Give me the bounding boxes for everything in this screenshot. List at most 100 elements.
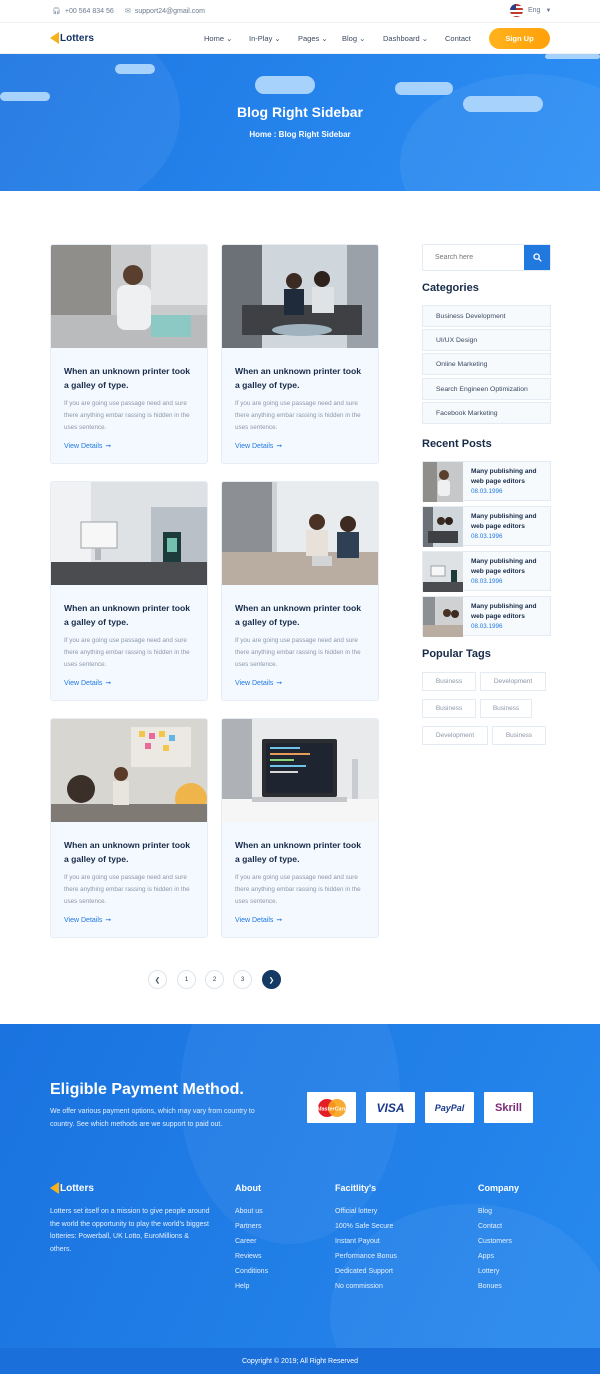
pagination-page[interactable]: 3 xyxy=(233,970,252,989)
blog-title[interactable]: When an unknown printer took a galley of… xyxy=(235,601,365,629)
nav-item-pages[interactable]: Pages ⌄ xyxy=(298,34,328,43)
nav-item-home[interactable]: Home ⌄ xyxy=(204,34,232,43)
view-details-link[interactable]: View Details ➞ xyxy=(235,442,282,451)
footer-link[interactable]: Blog xyxy=(478,1208,492,1215)
footer-link[interactable]: 100% Safe Secure xyxy=(335,1223,393,1230)
language-label: Eng xyxy=(528,7,541,14)
arrow-right-icon: ➞ xyxy=(105,917,112,924)
blog-title[interactable]: When an unknown printer took a galley of… xyxy=(64,838,194,866)
blog-card[interactable]: When an unknown printer took a galley of… xyxy=(221,718,379,938)
recent-post[interactable]: Many publishing and web page editors 08.… xyxy=(422,506,551,547)
view-details-link[interactable]: View Details ➞ xyxy=(64,679,111,688)
view-details-link[interactable]: View Details ➞ xyxy=(235,916,283,925)
blog-card-body: When an unknown printer took a galley of… xyxy=(51,822,207,937)
category-item[interactable]: Online Marketing xyxy=(422,353,551,375)
tag-item[interactable]: Business xyxy=(492,726,546,745)
tag-item[interactable]: Development xyxy=(422,726,488,745)
blog-image xyxy=(222,245,378,348)
pagination-page[interactable]: 2 xyxy=(205,970,224,989)
footer-link[interactable]: Contact xyxy=(478,1223,502,1230)
copyright-bar: Copyright © 2019; All Right Reserved xyxy=(0,1348,600,1374)
caret-down-icon: ▼ xyxy=(545,7,552,14)
cloud-icon xyxy=(545,54,600,59)
blog-card[interactable]: When an unknown printer took a galley of… xyxy=(50,481,208,701)
link-label: View Details xyxy=(64,442,103,450)
site-logo[interactable]: Lotters xyxy=(50,32,94,44)
footer-link[interactable]: Bonues xyxy=(478,1283,502,1290)
footer-link[interactable]: Instant Payout xyxy=(335,1238,380,1245)
blog-title[interactable]: When an unknown printer took a galley of… xyxy=(235,838,365,866)
recent-post[interactable]: Many publishing and web page editors 08.… xyxy=(422,596,551,637)
footer-link[interactable]: About us xyxy=(235,1208,263,1215)
recent-post[interactable]: Many publishing and web page editors 08.… xyxy=(422,551,551,592)
view-details-link[interactable]: View Details ➞ xyxy=(64,916,112,925)
nav-item-blog[interactable]: Blog ⌄ xyxy=(342,34,365,43)
view-details-link[interactable]: View Details ➞ xyxy=(64,442,111,451)
category-item[interactable]: Business Development xyxy=(422,305,551,327)
sign-up-button[interactable]: Sign Up xyxy=(489,28,550,49)
footer-link[interactable]: Career xyxy=(235,1238,256,1245)
footer-link[interactable]: Performance Bonus xyxy=(335,1253,397,1260)
main-navbar: Lotters Home ⌄ In-Play ⌄ Pages ⌄ Blog ⌄ … xyxy=(0,22,600,54)
blog-card[interactable]: When an unknown printer took a galley of… xyxy=(221,244,379,464)
footer-link[interactable]: Reviews xyxy=(235,1253,261,1260)
pagination-prev[interactable]: ❮ xyxy=(148,970,167,989)
blog-title[interactable]: When an unknown printer took a galley of… xyxy=(64,364,194,392)
tag-item[interactable]: Business xyxy=(422,672,476,691)
sidebar-search xyxy=(422,244,551,271)
blog-title[interactable]: When an unknown printer took a galley of… xyxy=(235,364,365,392)
recent-post-title: Many publishing and web page editors xyxy=(471,468,537,485)
tag-item[interactable]: Business xyxy=(422,699,476,718)
blog-card[interactable]: When an unknown printer took a galley of… xyxy=(221,481,379,701)
link-label: View Details xyxy=(235,916,274,924)
cloud-icon xyxy=(0,92,50,101)
recent-post[interactable]: Many publishing and web page editors 08.… xyxy=(422,461,551,502)
phone-contact[interactable]: 🎧︎ +00 564 834 56 xyxy=(52,7,114,16)
footer-link[interactable]: Lottery xyxy=(478,1268,499,1275)
blog-card[interactable]: When an unknown printer took a galley of… xyxy=(50,718,208,938)
pagination-page[interactable]: 1 xyxy=(177,970,196,989)
footer-link[interactable]: Apps xyxy=(478,1253,494,1260)
tag-item[interactable]: Business xyxy=(480,699,532,718)
email-contact[interactable]: ✉︎ support24@gmail.com xyxy=(125,7,205,16)
language-selector[interactable]: Eng ▼ xyxy=(510,4,551,17)
blog-image xyxy=(51,482,207,585)
skrill-text: Skrill xyxy=(495,1101,522,1114)
logo-text: Lotters xyxy=(60,32,94,44)
tag-item[interactable]: Development xyxy=(480,672,546,691)
recent-post-thumbnail xyxy=(423,507,463,547)
category-item[interactable]: Search Engineen Optimization xyxy=(422,378,551,400)
nav-item-contact[interactable]: Contact xyxy=(445,34,471,43)
blog-card-body: When an unknown printer took a galley of… xyxy=(51,348,207,463)
blog-excerpt: If you are going use passage need and su… xyxy=(64,874,190,905)
search-icon xyxy=(532,253,542,262)
category-item[interactable]: Facebook Marketing xyxy=(422,402,551,424)
footer-link[interactable]: Help xyxy=(235,1283,249,1290)
link-label: View Details xyxy=(235,679,274,687)
footer-link[interactable]: No commission xyxy=(335,1283,383,1290)
category-item[interactable]: UI/UX Design xyxy=(422,329,551,351)
view-details-link[interactable]: View Details ➞ xyxy=(235,679,283,688)
footer-link[interactable]: Customers xyxy=(478,1238,512,1245)
search-button[interactable] xyxy=(524,245,550,270)
blog-card[interactable]: When an unknown printer took a galley of… xyxy=(50,244,208,464)
blog-card-body: When an unknown printer took a galley of… xyxy=(222,348,378,463)
footer-link[interactable]: Partners xyxy=(235,1223,261,1230)
blog-title[interactable]: When an unknown printer took a galley of… xyxy=(64,601,194,629)
recent-post-date: 08.03.1996 xyxy=(471,488,503,495)
nav-item-in-play[interactable]: In-Play ⌄ xyxy=(249,34,281,43)
arrow-right-icon: ➞ xyxy=(276,680,283,687)
footer-logo[interactable]: Lotters xyxy=(50,1182,94,1194)
footer-link[interactable]: Dedicated Support xyxy=(335,1268,393,1275)
blog-excerpt: If you are going use passage need and su… xyxy=(235,400,361,431)
link-label: View Details xyxy=(64,679,103,687)
nav-item-dashboard[interactable]: Dashboard ⌄ xyxy=(383,34,428,43)
paypal-logo: PayPal xyxy=(425,1092,474,1123)
footer-link[interactable]: Official lottery xyxy=(335,1208,377,1215)
arrow-right-icon: ➞ xyxy=(276,917,283,924)
search-input[interactable] xyxy=(423,245,525,270)
recent-post-title: Many publishing and web page editors xyxy=(471,513,537,530)
footer-about-text: Lotters set itself on a mission to give … xyxy=(50,1208,210,1253)
pagination-next[interactable]: ❯ xyxy=(262,970,281,989)
footer-link[interactable]: Conditions xyxy=(235,1268,268,1275)
